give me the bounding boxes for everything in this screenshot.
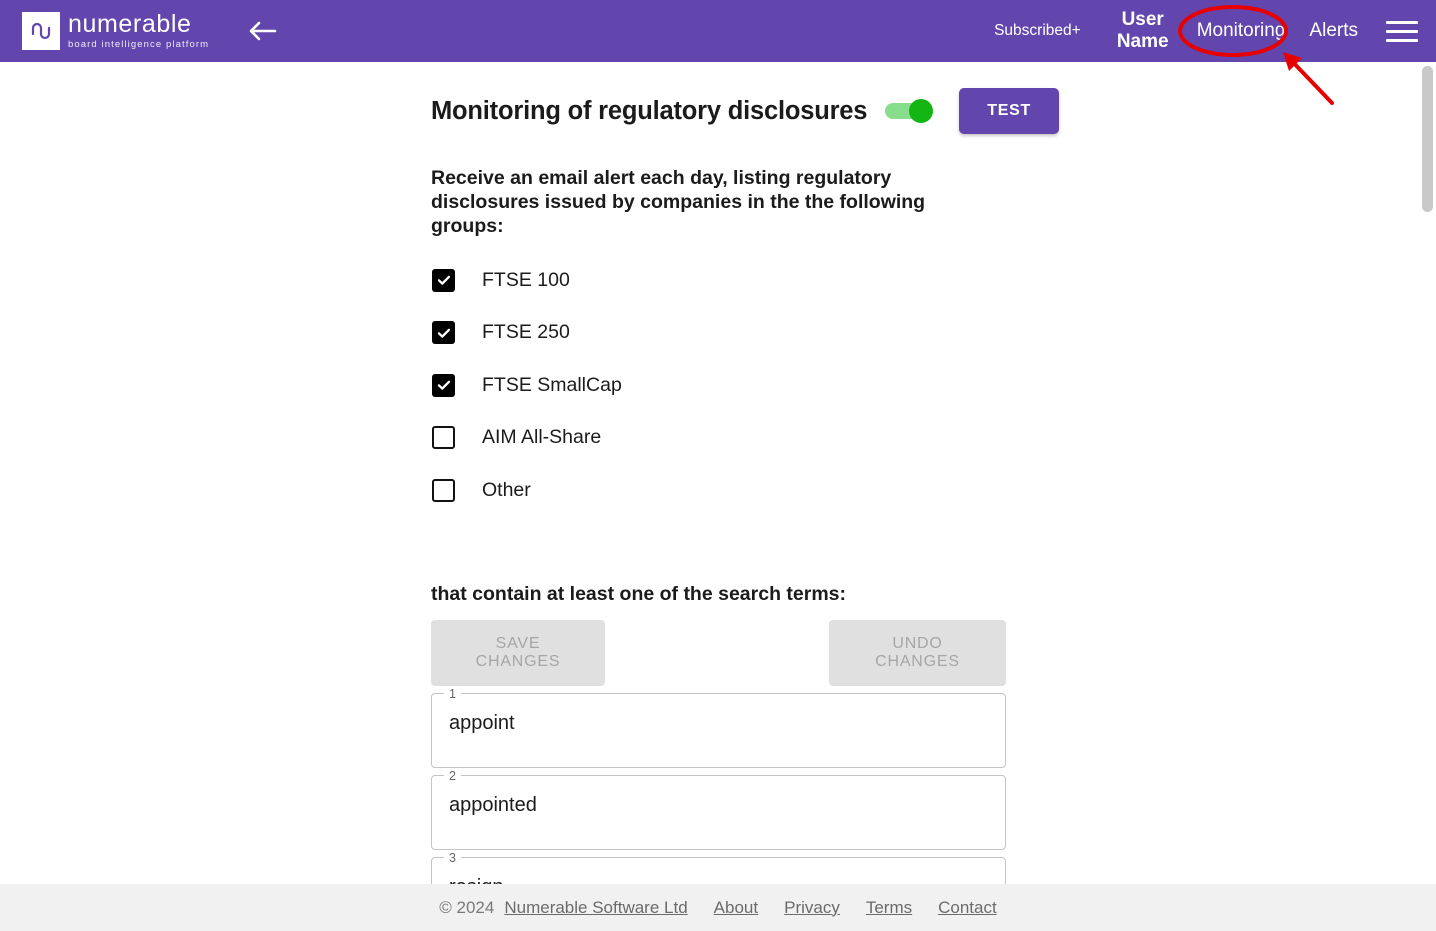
checkbox-ftse-smallcap[interactable] <box>432 373 455 397</box>
footer-link-contact[interactable]: Contact <box>938 898 997 918</box>
hamburger-menu-icon[interactable] <box>1386 18 1418 44</box>
checkbox-label: Other <box>482 478 531 501</box>
field-number-label: 1 <box>449 686 456 701</box>
page-title: Monitoring of regulatory disclosures <box>431 96 868 125</box>
search-term-field-3[interactable]: 3 <box>431 850 1006 884</box>
search-terms-heading: that contain at least one of the search … <box>431 582 847 605</box>
search-term-field-2[interactable]: 2 <box>431 768 1006 850</box>
save-changes-button[interactable]: SAVE CHANGES <box>431 619 605 686</box>
search-term-input-3[interactable] <box>449 869 979 884</box>
checkbox-aim-all-share[interactable] <box>432 426 455 450</box>
field-number-label: 3 <box>449 850 456 865</box>
footer-link-terms[interactable]: Terms <box>866 898 912 918</box>
monitoring-settings-panel: Monitoring of regulatory disclosures TES… <box>431 62 1059 884</box>
checkbox-other[interactable] <box>432 478 455 502</box>
field-number-label: 2 <box>449 768 456 783</box>
checkbox-ftse-100[interactable] <box>432 268 455 292</box>
monitoring-enabled-toggle[interactable] <box>883 99 935 123</box>
checkbox-label: FTSE SmallCap <box>482 373 622 396</box>
undo-changes-button[interactable]: UNDO CHANGES <box>829 619 1006 686</box>
brand-tagline: board intelligence platform <box>68 38 210 50</box>
form-action-buttons: SAVE CHANGES UNDO CHANGES <box>431 619 1006 686</box>
copyright-text: © 2024 <box>439 897 495 917</box>
hamburger-bar <box>1386 20 1418 24</box>
app-header: numerable board intelligence platform Su… <box>0 0 1436 62</box>
footer-link-about[interactable]: About <box>714 898 758 918</box>
footer-link-privacy[interactable]: Privacy <box>784 898 840 918</box>
hamburger-bar <box>1386 38 1418 42</box>
nav-item-alerts[interactable]: Alerts <box>1309 20 1358 42</box>
user-name-button[interactable]: User Name <box>1111 9 1175 53</box>
page-content: Monitoring of regulatory disclosures TES… <box>0 62 1436 884</box>
checkbox-row-ftse-250[interactable]: FTSE 250 <box>431 307 1006 360</box>
checkbox-ftse-250[interactable] <box>432 321 455 345</box>
checkbox-row-ftse-100[interactable]: FTSE 100 <box>431 254 1006 307</box>
scrollbar-thumb[interactable] <box>1422 66 1433 212</box>
group-checkbox-list: FTSE 100 FTSE 250 FTSE SmallCap AIM All-… <box>431 254 1006 517</box>
title-row: Monitoring of regulatory disclosures TES… <box>431 88 1059 134</box>
checkbox-label: FTSE 100 <box>482 268 570 291</box>
test-button[interactable]: TEST <box>959 88 1059 134</box>
page-scrollbar[interactable] <box>1419 62 1436 884</box>
brand-name: numerable <box>68 9 192 38</box>
subscribed-status[interactable]: Subscribed+ <box>994 22 1081 40</box>
hamburger-bar <box>1386 29 1418 33</box>
toggle-thumb <box>909 99 934 123</box>
search-term-input-2[interactable] <box>449 787 979 823</box>
header-nav: Subscribed+ User Name Monitoring Alerts <box>994 0 1436 62</box>
checkbox-row-ftse-smallcap[interactable]: FTSE SmallCap <box>431 359 1006 412</box>
description-text: Receive an email alert each day, listing… <box>431 167 926 237</box>
search-term-field-1[interactable]: 1 <box>431 686 1006 768</box>
checkbox-label: AIM All-Share <box>482 426 602 449</box>
company-link[interactable]: Numerable Software Ltd <box>504 898 687 918</box>
checkbox-row-other[interactable]: Other <box>431 464 1006 517</box>
page-footer: © 2024 Numerable Software Ltd About Priv… <box>0 884 1436 931</box>
checkbox-row-aim-all-share[interactable]: AIM All-Share <box>431 412 1006 465</box>
checkbox-label: FTSE 250 <box>482 321 570 344</box>
search-term-input-1[interactable] <box>449 705 979 741</box>
numerable-mark-icon <box>22 12 60 50</box>
back-arrow-icon[interactable] <box>245 14 279 48</box>
brand-logo[interactable]: numerable board intelligence platform <box>22 11 209 51</box>
nav-item-monitoring[interactable]: Monitoring <box>1197 20 1286 42</box>
